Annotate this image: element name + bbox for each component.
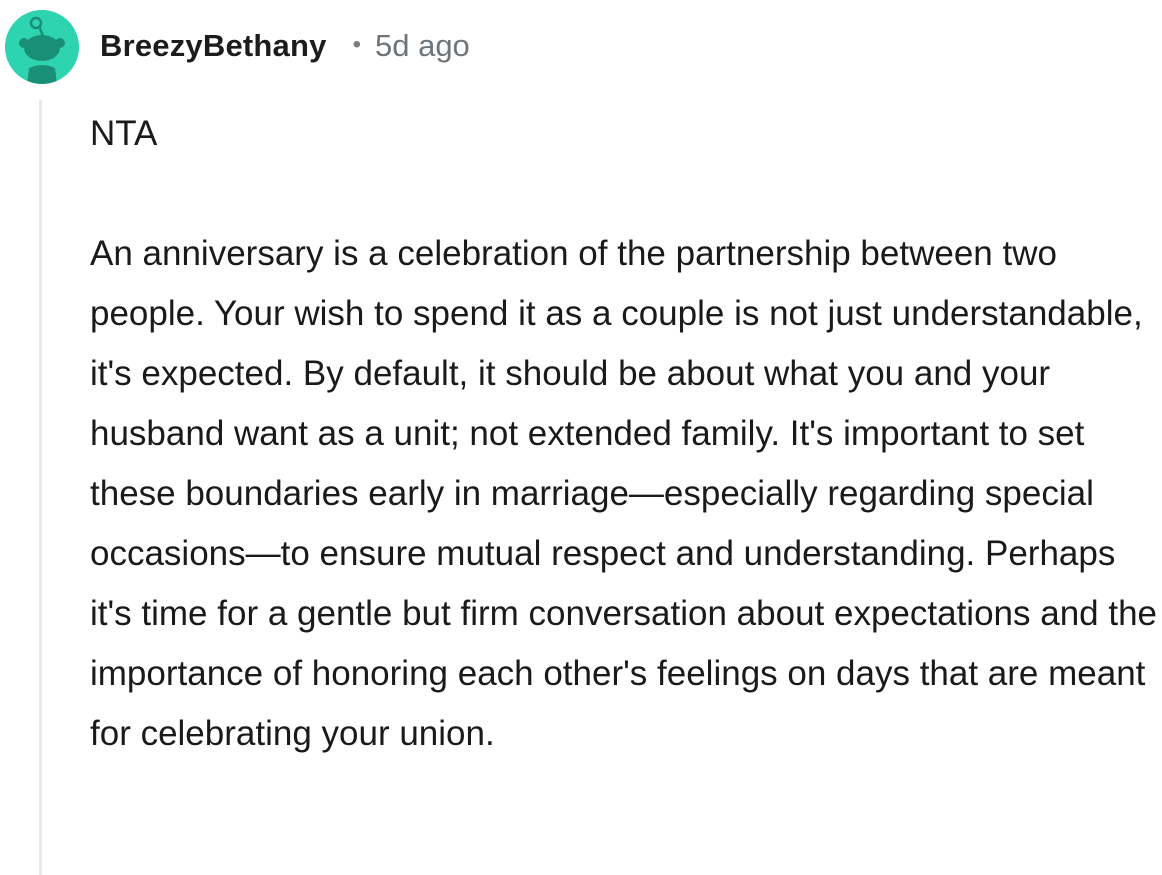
timestamp-link[interactable]: 5d ago (375, 28, 470, 64)
user-avatar-icon[interactable] (5, 10, 79, 84)
comment-body: NTA An anniversary is a celebration of t… (90, 104, 1160, 764)
separator-dot: • (352, 31, 361, 58)
comment-paragraph: NTA (90, 114, 158, 153)
thread-line[interactable] (39, 100, 42, 875)
comment: BreezyBethany • 5d ago NTA An anniversar… (0, 0, 1162, 875)
comment-header: BreezyBethany • 5d ago (100, 24, 470, 68)
username-link[interactable]: BreezyBethany (100, 28, 327, 64)
comment-paragraph: An anniversary is a celebration of the p… (90, 234, 1158, 753)
reddit-snoo-icon (5, 10, 79, 84)
